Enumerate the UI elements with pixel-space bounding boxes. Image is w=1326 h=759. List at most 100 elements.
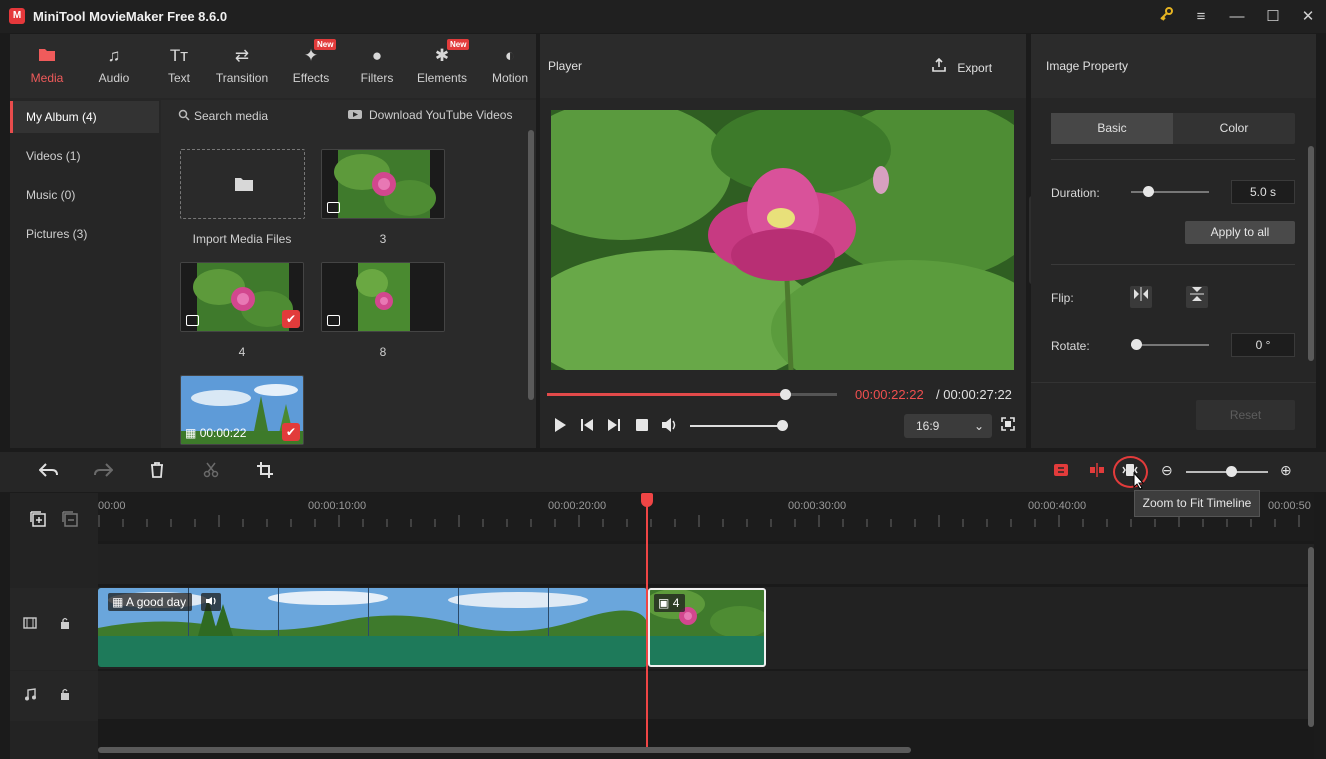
crop-icon[interactable]	[257, 462, 273, 483]
duration-handle[interactable]	[1143, 186, 1154, 197]
detach-audio-icon[interactable]	[1053, 462, 1069, 483]
fullscreen-icon[interactable]	[1001, 417, 1015, 434]
previous-frame-icon[interactable]	[580, 417, 594, 436]
rotate-handle[interactable]	[1131, 339, 1142, 350]
image-type-icon	[186, 315, 199, 326]
tab-media[interactable]: Media	[14, 34, 80, 98]
reset-button[interactable]: Reset	[1196, 400, 1295, 430]
media-thumbnail-4[interactable]: ✔	[180, 262, 304, 332]
tab-transition[interactable]: ⇄ Transition	[209, 34, 275, 98]
tab-effects[interactable]: ✦ Effects New	[278, 34, 344, 98]
volume-handle[interactable]	[777, 420, 788, 431]
sidebar-item-music[interactable]: Music (0)	[10, 179, 159, 211]
duration-input[interactable]: 5.0 s	[1231, 180, 1295, 204]
image-clip-4[interactable]: ▣ 4	[648, 588, 766, 667]
sidebar-item-my-album[interactable]: My Album (4)	[10, 101, 159, 133]
lock-icon[interactable]	[60, 617, 70, 632]
property-title: Image Property	[1046, 59, 1129, 73]
property-panel: Image Property Basic Color Duration: 5.0…	[1031, 34, 1316, 448]
delete-icon[interactable]	[149, 462, 165, 483]
sidebar-item-videos[interactable]: Videos (1)	[10, 140, 159, 172]
hamburger-menu-icon[interactable]: ≡	[1190, 6, 1212, 28]
undo-icon[interactable]	[38, 462, 59, 483]
clip-name: 4	[672, 596, 680, 610]
divider	[1051, 264, 1295, 265]
playhead-handle[interactable]	[641, 493, 653, 507]
minimize-button[interactable]: —	[1226, 6, 1248, 28]
title-bar: M MiniTool MovieMaker Free 8.6.0 ≡ — ☐ ✕	[0, 0, 1326, 33]
media-thumbnail-3[interactable]	[321, 149, 445, 219]
film-icon	[23, 617, 37, 632]
search-input[interactable]: Search media	[194, 109, 268, 123]
property-scrollbar[interactable]	[1308, 146, 1314, 361]
music-note-icon	[24, 688, 36, 704]
window-title: MiniTool MovieMaker Free 8.6.0	[33, 9, 228, 24]
timeline-ruler[interactable]: 00:00 00:00:10:00 00:00:20:00 00:00:30:0…	[98, 493, 1314, 541]
tab-text[interactable]: Tт Text	[146, 34, 212, 98]
search-row: Search media Download YouTube Videos	[161, 100, 536, 132]
split-scissors-icon[interactable]	[203, 462, 219, 483]
zoom-handle[interactable]	[1226, 466, 1238, 477]
lock-icon[interactable]	[60, 688, 70, 703]
tab-filters[interactable]: ● Filters	[344, 34, 410, 98]
download-youtube-link[interactable]: Download YouTube Videos	[369, 108, 512, 122]
tab-elements[interactable]: ✱ Elements New	[409, 34, 475, 98]
timeline-vertical-scrollbar[interactable]	[1308, 547, 1314, 727]
key-icon[interactable]	[1155, 6, 1177, 28]
rotate-label: Rotate:	[1051, 339, 1090, 353]
current-time: 00:00:22:22	[855, 387, 924, 402]
film-icon: ▦	[112, 595, 124, 609]
volume-icon[interactable]	[661, 417, 679, 436]
video-clip[interactable]: ▦ A good day	[98, 588, 647, 667]
flip-horizontal-icon[interactable]	[1130, 286, 1152, 308]
tab-basic[interactable]: Basic	[1051, 113, 1173, 144]
flip-vertical-icon[interactable]	[1186, 286, 1208, 308]
import-media-tile[interactable]	[180, 149, 305, 219]
rotate-slider[interactable]	[1131, 344, 1209, 346]
youtube-download-icon	[348, 109, 362, 124]
rotate-input[interactable]: 0 °	[1231, 333, 1295, 357]
play-icon[interactable]	[553, 417, 567, 436]
tab-label: Elements	[416, 71, 468, 85]
filters-icon: ●	[371, 46, 383, 65]
remove-track-icon[interactable]	[62, 511, 78, 530]
next-frame-icon[interactable]	[607, 417, 621, 436]
media-label: 8	[379, 345, 387, 359]
playback-progress-bar[interactable]	[547, 389, 837, 400]
media-thumbnail-video[interactable]: ▦ 00:00:22 ✔	[180, 375, 304, 445]
video-clip-label: ▦ A good day	[108, 593, 193, 611]
video-preview[interactable]	[551, 110, 1014, 370]
volume-slider[interactable]	[690, 425, 783, 427]
media-label: 4	[238, 345, 246, 359]
tab-color[interactable]: Color	[1173, 113, 1295, 144]
apply-to-all-button[interactable]: Apply to all	[1185, 221, 1295, 244]
duration-text: 00:00:22	[199, 426, 247, 440]
zoom-out-icon[interactable]: ⊖	[1161, 462, 1173, 479]
text-icon: Tт	[169, 46, 189, 65]
export-button[interactable]: Export	[932, 57, 992, 75]
maximize-button[interactable]: ☐	[1262, 6, 1284, 28]
redo-icon[interactable]	[93, 462, 114, 483]
stop-icon[interactable]	[635, 417, 649, 436]
tab-audio[interactable]: ♫ Audio	[81, 34, 147, 98]
aspect-ratio-select[interactable]: 16:9 ⌄	[904, 414, 992, 438]
folder-icon	[234, 176, 254, 195]
add-track-icon[interactable]	[30, 511, 46, 530]
folder-icon	[14, 46, 80, 66]
sidebar-item-pictures[interactable]: Pictures (3)	[10, 218, 159, 250]
progress-handle[interactable]	[779, 389, 791, 400]
media-scrollbar[interactable]	[528, 130, 534, 400]
music-note-icon: ♫	[107, 46, 121, 65]
split-marker-icon[interactable]	[1089, 462, 1105, 483]
zoom-in-icon[interactable]: ⊕	[1280, 462, 1292, 479]
media-thumbnail-8[interactable]	[321, 262, 445, 332]
close-button[interactable]: ✕	[1297, 6, 1319, 28]
track-headers	[10, 493, 98, 759]
playhead[interactable]	[646, 493, 648, 748]
media-panel: Media ♫ Audio Tт Text ⇄ Transition ✦ Eff…	[10, 34, 536, 448]
timeline-horizontal-scrollbar[interactable]	[98, 747, 911, 753]
flip-label: Flip:	[1051, 291, 1074, 305]
search-icon	[178, 109, 190, 124]
tab-motion[interactable]: ◐ Motion	[477, 34, 543, 98]
ruler-ticks	[98, 515, 1300, 527]
